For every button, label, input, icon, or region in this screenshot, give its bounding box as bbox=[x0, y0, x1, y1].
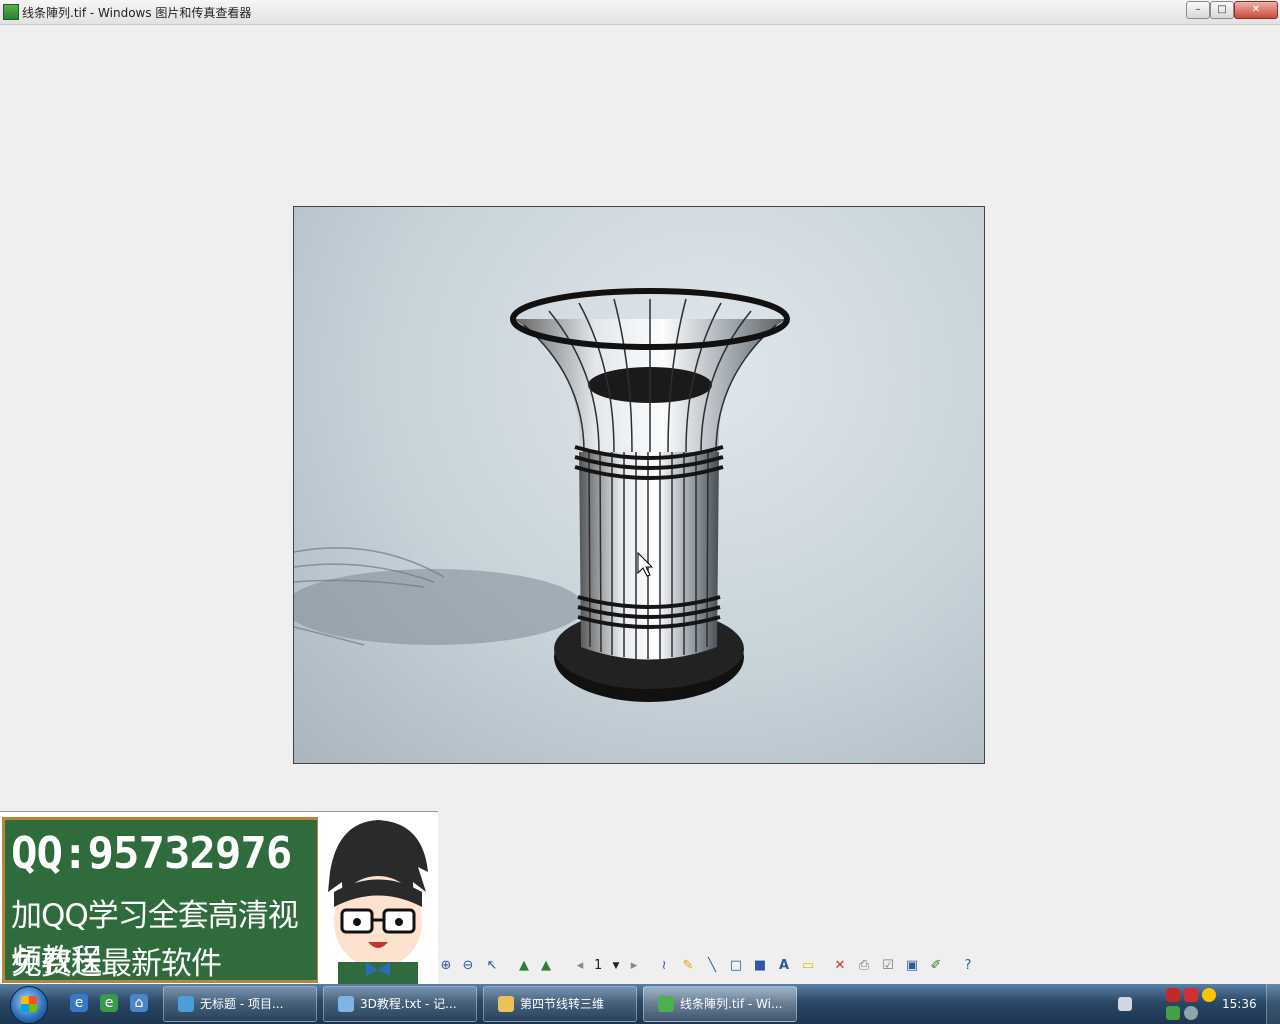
home-icon[interactable]: ⌂ bbox=[130, 994, 148, 1012]
network-icon[interactable] bbox=[1166, 988, 1180, 1002]
rotate-right-icon[interactable]: ▲ bbox=[538, 958, 554, 974]
zoom-out-icon[interactable]: ⊖ bbox=[460, 958, 476, 974]
ad-line-software: 免费送最新软件 bbox=[11, 946, 222, 982]
close-button[interactable]: ✕ bbox=[1234, 1, 1278, 19]
taskbar-item-folder[interactable]: 第四节线转三维 bbox=[483, 986, 637, 1022]
help-icon[interactable]: ? bbox=[960, 958, 976, 974]
taskbar: e e ⌂ 无标题 - 项目... 3D教程.txt - 记... 第四节线转三… bbox=[0, 984, 1280, 1024]
note-icon[interactable]: ▭ bbox=[800, 958, 816, 974]
pointer-icon[interactable]: ↖ bbox=[484, 958, 500, 974]
highlighter-icon[interactable]: ✎ bbox=[680, 958, 696, 974]
image-viewer-icon bbox=[658, 996, 674, 1012]
page-number: 1 bbox=[594, 958, 603, 973]
show-desktop-button[interactable] bbox=[1266, 984, 1280, 1024]
print-icon[interactable]: ⎙ bbox=[856, 958, 872, 974]
taskbar-item-project[interactable]: 无标题 - 项目... bbox=[163, 986, 317, 1022]
ie-icon[interactable]: e bbox=[70, 994, 88, 1012]
system-clock[interactable]: 15:36 bbox=[1222, 997, 1257, 1011]
keyboard-icon[interactable] bbox=[1118, 997, 1132, 1011]
text-icon[interactable]: A bbox=[776, 958, 792, 974]
app-3ds-icon bbox=[178, 996, 194, 1012]
windows-logo-icon bbox=[21, 996, 37, 1012]
image-viewer-icon bbox=[3, 4, 19, 20]
window-title: 线条陣列.tif - Windows 图片和传真查看器 bbox=[22, 6, 252, 20]
taskbar-item-notepad[interactable]: 3D教程.txt - 记... bbox=[323, 986, 477, 1022]
pdf-icon[interactable] bbox=[1184, 988, 1198, 1002]
zoom-in-icon[interactable]: ⊕ bbox=[438, 958, 454, 974]
shield-icon[interactable] bbox=[1166, 1006, 1180, 1020]
browser-icon[interactable]: e bbox=[100, 994, 118, 1012]
edit-icon[interactable]: ✐ bbox=[928, 958, 944, 974]
rotate-left-icon[interactable]: ▲ bbox=[516, 958, 532, 974]
filled-rectangle-icon[interactable]: ■ bbox=[752, 958, 768, 974]
folder-icon bbox=[498, 996, 514, 1012]
displayed-image[interactable] bbox=[293, 206, 985, 764]
page-dropdown-icon[interactable]: ▼ bbox=[608, 958, 624, 974]
minimize-button[interactable]: – bbox=[1186, 1, 1210, 19]
cartoon-character-icon bbox=[318, 812, 438, 985]
viewer-toolbar: ⊕ ⊖ ↖ ▲ ▲ ◂ 1 ▼ ▸ ≀ ✎ ╲ □ ■ A ▭ ✕ ⎙ ☑ ▣ … bbox=[438, 954, 998, 978]
delete-icon[interactable]: ✕ bbox=[832, 958, 848, 974]
save-icon[interactable]: ▣ bbox=[904, 958, 920, 974]
start-button[interactable] bbox=[10, 986, 48, 1024]
maximize-button[interactable]: □ bbox=[1210, 1, 1234, 19]
line-icon[interactable]: ╲ bbox=[704, 958, 720, 974]
title-bar: 线条陣列.tif - Windows 图片和传真查看器 – □ ✕ bbox=[0, 0, 1280, 25]
qq-ad-banner: QQ:95732976 加QQ学习全套高清视频教程 免费送最新软件 bbox=[0, 811, 438, 985]
notepad-icon bbox=[338, 996, 354, 1012]
volume-icon[interactable] bbox=[1184, 1006, 1198, 1020]
ad-qq-number: QQ:95732976 bbox=[11, 828, 292, 879]
ad-chalkboard: QQ:95732976 加QQ学习全套高清视频教程 免费送最新软件 bbox=[2, 817, 320, 983]
curve-icon[interactable]: ≀ bbox=[656, 958, 672, 974]
prev-page-icon[interactable]: ◂ bbox=[572, 958, 588, 974]
copy-icon[interactable]: ☑ bbox=[880, 958, 896, 974]
rectangle-icon[interactable]: □ bbox=[728, 958, 744, 974]
next-page-icon[interactable]: ▸ bbox=[626, 958, 642, 974]
security-icon[interactable] bbox=[1202, 988, 1216, 1002]
taskbar-item-image-viewer[interactable]: 线条陣列.tif - Wi... bbox=[643, 986, 797, 1022]
